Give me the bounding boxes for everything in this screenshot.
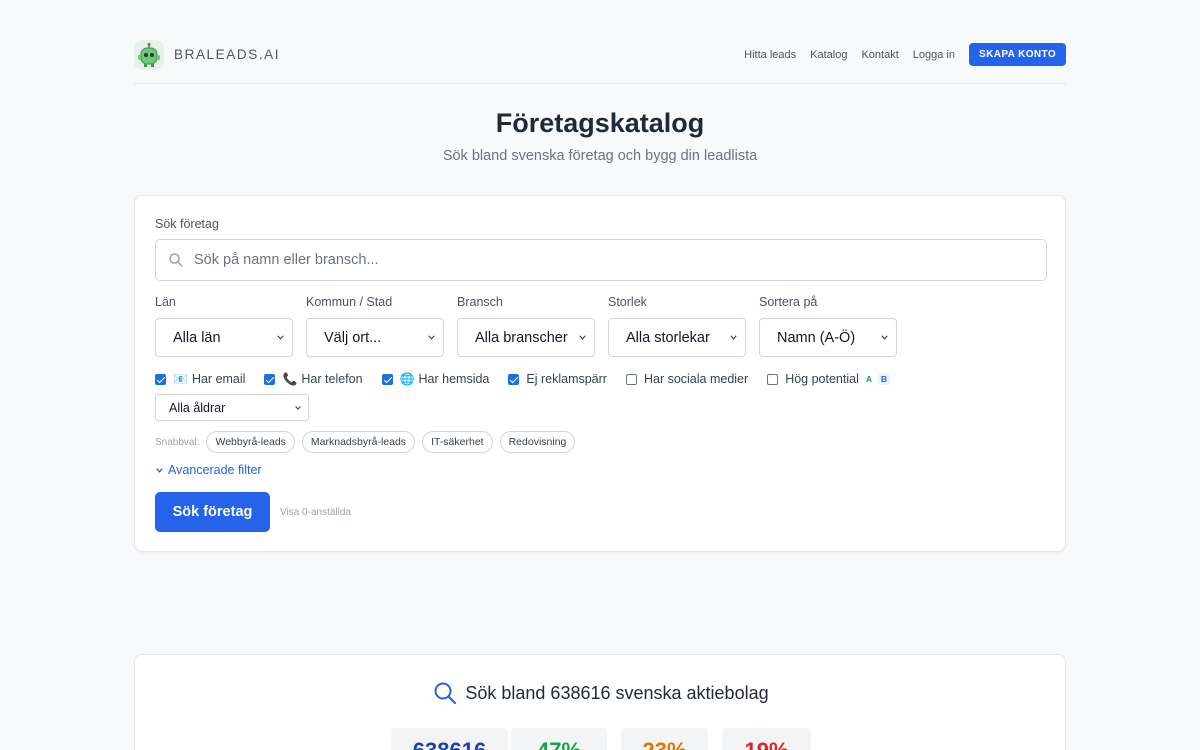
advanced-filters-toggle[interactable]: Avancerade filter xyxy=(155,463,262,477)
checkbox-box[interactable] xyxy=(625,373,637,385)
sort-select[interactable]: Namn (A-Ö) xyxy=(759,318,897,357)
search-icon xyxy=(434,682,457,705)
stats-heading: Sök bland 638616 svenska aktiebolag xyxy=(135,681,1067,705)
kommun-select[interactable]: Välj ort... xyxy=(306,318,444,357)
stat-phone: 23% xyxy=(621,728,708,750)
checkbox-box[interactable] xyxy=(767,373,779,385)
chip-it-sakerhet[interactable]: IT-säkerhet xyxy=(422,431,493,453)
kommun-select-value: Välj ort... xyxy=(324,329,382,346)
feature-checkboxes: 📧 Har email 📞 Har telefon 🌐 Har hemsida … xyxy=(155,371,909,387)
search-card: Sök företag Län Kommun / Stad Bransch St… xyxy=(134,195,1066,552)
checkbox-label: Ej reklamspärr xyxy=(526,372,607,386)
chip-redovisning[interactable]: Redovisning xyxy=(499,431,576,453)
page-subtitle: Sök bland svenska företag och bygg din l… xyxy=(442,148,758,164)
potential-badge-b: B xyxy=(878,373,891,385)
search-field[interactable] xyxy=(155,239,1047,281)
stat-website: 19% xyxy=(722,728,811,750)
storlek-select-value: Alla storlekar xyxy=(626,329,710,346)
email-icon: 📧 xyxy=(173,372,188,386)
robot-logo-icon xyxy=(134,39,164,70)
checkbox-box[interactable] xyxy=(508,373,520,385)
brand-name: BRALEADS.AI xyxy=(174,47,281,62)
filter-label-sortera: Sortera på xyxy=(759,295,818,309)
stat-email: 47% xyxy=(511,728,607,750)
search-input[interactable] xyxy=(194,252,1034,268)
nav-link-hitta-leads[interactable]: Hitta leads xyxy=(744,49,796,61)
checkbox-har-telefon[interactable]: 📞 Har telefon xyxy=(264,372,363,386)
checkbox-label: Har sociala medier xyxy=(643,372,749,386)
brand[interactable]: BRALEADS.AI xyxy=(134,39,281,70)
chevron-down-icon xyxy=(295,406,301,410)
checkbox-ej-reklamsparr[interactable]: Ej reklamspärr xyxy=(508,372,607,386)
site-header: BRALEADS.AI Hitta leads Katalog Kontakt … xyxy=(134,36,1066,84)
checkbox-box[interactable] xyxy=(381,373,393,385)
age-select[interactable]: Alla åldrar xyxy=(155,394,309,421)
checkbox-hog-potential[interactable]: Hög potential A B xyxy=(767,372,891,386)
page-title: Företagskatalog xyxy=(495,108,705,138)
nav-link-katalog[interactable]: Katalog xyxy=(810,49,847,61)
checkbox-box[interactable] xyxy=(155,373,166,385)
chevron-down-icon xyxy=(277,335,284,340)
filter-label-lan: Län xyxy=(155,295,176,309)
search-label: Sök företag xyxy=(155,217,219,231)
checkbox-har-hemsida[interactable]: 🌐 Har hemsida xyxy=(381,372,490,386)
checkbox-label: Har telefon xyxy=(301,372,363,386)
sort-select-value: Namn (A-Ö) xyxy=(777,329,856,346)
advanced-filters-label: Avancerade filter xyxy=(168,463,262,477)
checkbox-label: Har hemsida xyxy=(418,372,490,386)
potential-badge-a: A xyxy=(865,374,872,384)
search-companies-button[interactable]: Sök företag xyxy=(155,492,270,532)
checkbox-har-email[interactable]: 📧 Har email xyxy=(155,372,245,386)
chevron-down-icon xyxy=(156,467,163,473)
chevron-down-icon xyxy=(730,335,737,340)
chip-marknadsbyra-leads[interactable]: Marknadsbyrå-leads xyxy=(301,431,416,453)
globe-icon: 🌐 xyxy=(399,372,415,386)
chevron-down-icon xyxy=(881,335,888,340)
filter-label-bransch: Bransch xyxy=(457,295,503,309)
chevron-down-icon xyxy=(428,335,435,340)
quick-picks: Snabbval: Webbyrå-leads Marknadsbyrå-lea… xyxy=(155,431,582,453)
stat-total: 638616 xyxy=(391,728,508,750)
age-select-value: Alla åldrar xyxy=(169,400,226,415)
checkbox-label: Hög potential xyxy=(785,372,859,386)
stats-title: Sök bland 638616 svenska aktiebolag xyxy=(465,682,769,703)
checkbox-har-sociala-medier[interactable]: Har sociala medier xyxy=(625,372,749,386)
bransch-select-value: Alla branscher xyxy=(475,329,568,346)
main-nav: Hitta leads Katalog Kontakt Logga in SKA… xyxy=(730,43,1066,66)
nav-link-kontakt[interactable]: Kontakt xyxy=(861,49,898,61)
search-icon xyxy=(169,253,183,267)
checkbox-label: Har email xyxy=(191,372,246,386)
chip-webbyra-leads[interactable]: Webbyrå-leads xyxy=(206,431,295,453)
nav-link-logga-in[interactable]: Logga in xyxy=(913,49,955,61)
lan-select[interactable]: Alla län xyxy=(155,318,293,357)
checkbox-box[interactable] xyxy=(264,373,276,385)
bransch-select[interactable]: Alla branscher xyxy=(457,318,595,357)
filter-label-kommun: Kommun / Stad xyxy=(306,295,393,309)
hint-text: Visa 0-anställda xyxy=(280,507,351,518)
lan-select-value: Alla län xyxy=(173,329,221,346)
filter-label-storlek: Storlek xyxy=(608,295,647,309)
quick-picks-label: Snabbval: xyxy=(155,436,200,448)
stats-card: Sök bland 638616 svenska aktiebolag 6386… xyxy=(134,654,1066,750)
storlek-select[interactable]: Alla storlekar xyxy=(608,318,746,357)
phone-icon: 📞 xyxy=(282,372,298,386)
chevron-down-icon xyxy=(579,335,586,340)
create-account-button[interactable]: SKAPA KONTO xyxy=(969,43,1066,66)
